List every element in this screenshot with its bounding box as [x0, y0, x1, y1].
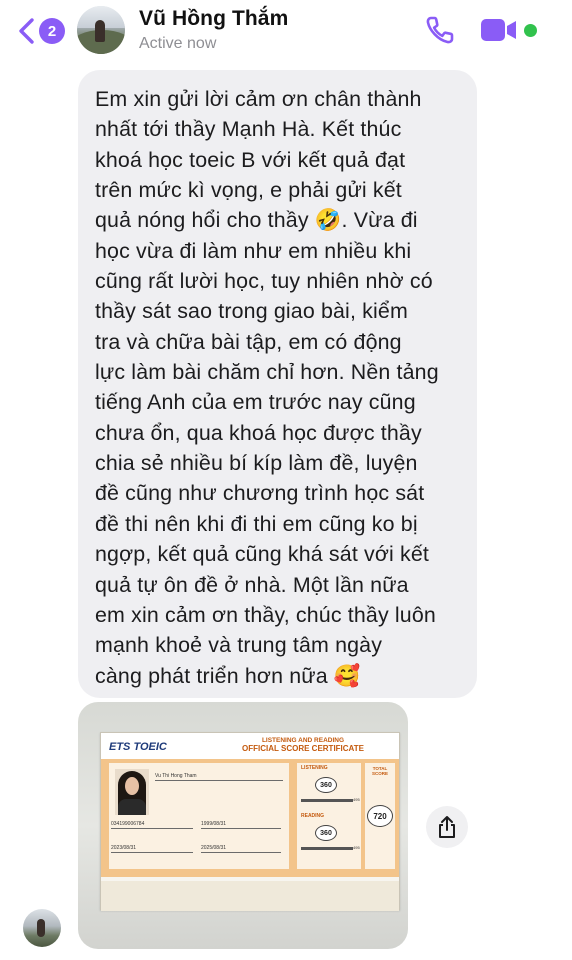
total-score: 720	[367, 805, 393, 827]
unread-badge: 2	[39, 18, 65, 44]
video-camera-icon[interactable]	[480, 16, 520, 44]
candidate-photo	[115, 769, 149, 815]
reading-score: 360	[315, 825, 337, 841]
share-icon	[439, 816, 455, 838]
ets-toeic-logo: ETS TOEIC	[109, 741, 167, 753]
back-button[interactable]: 2	[16, 14, 68, 48]
certificate-heading: LISTENING AND READING OFFICIAL SCORE CER…	[242, 737, 364, 753]
chat-screen: 2 Vũ Hồng Thắm Active now Em xin gửi lời…	[0, 0, 572, 960]
candidate-id: 034199006784	[111, 821, 145, 827]
certificate: ETS TOEIC LISTENING AND READING OFFICIAL…	[100, 732, 400, 911]
contact-name[interactable]: Vũ Hồng Thắm	[139, 7, 288, 31]
chat-header: 2 Vũ Hồng Thắm Active now	[0, 0, 572, 62]
listening-score: 360	[315, 777, 337, 793]
test-date: 2023/08/31	[111, 845, 137, 851]
valid-until: 2025/08/31	[201, 845, 227, 851]
total-label: TOTAL SCORE	[371, 766, 388, 776]
message-bubble[interactable]: Em xin gửi lời cảm ơn chân thành nhất tớ…	[78, 70, 477, 698]
birth-date: 1999/08/31	[201, 821, 227, 827]
score-certificate-photo[interactable]: ETS TOEIC LISTENING AND READING OFFICIAL…	[78, 702, 408, 949]
candidate-name: Vu Thi Hong Tham	[155, 773, 197, 779]
sender-avatar[interactable]	[23, 909, 61, 947]
share-button[interactable]	[426, 806, 468, 848]
contact-status: Active now	[139, 35, 217, 52]
reading-label: READING	[301, 813, 325, 819]
listening-label: LISTENING	[301, 765, 328, 771]
online-indicator	[524, 24, 537, 37]
phone-icon[interactable]	[424, 14, 456, 46]
message-text: Em xin gửi lời cảm ơn chân thành nhất tớ…	[95, 87, 439, 688]
chevron-left-icon	[19, 18, 34, 44]
avatar[interactable]	[77, 6, 125, 54]
